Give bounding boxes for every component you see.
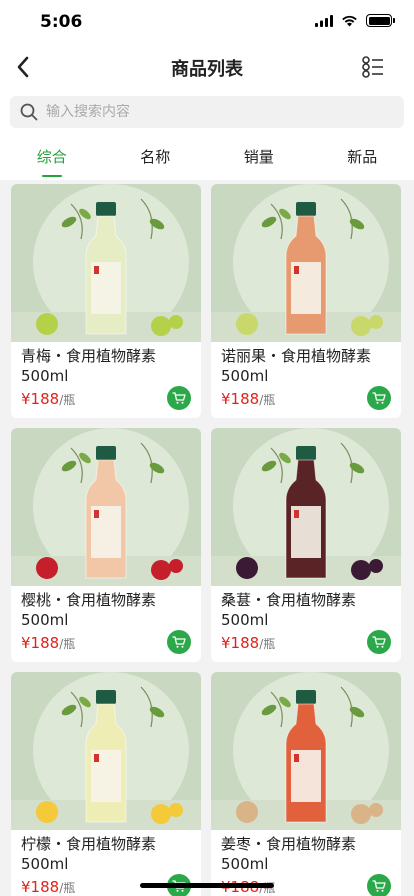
price-unit: /瓶 bbox=[259, 393, 276, 407]
product-grid: 青梅・食用植物酵素 500ml ¥188/瓶 诺丽果・食用植物酵素 500ml ¥188/… bbox=[11, 184, 405, 896]
product-image bbox=[11, 672, 201, 830]
status-time: 5:06 bbox=[40, 12, 83, 32]
price-unit: /瓶 bbox=[59, 393, 76, 407]
tab-comprehensive[interactable]: 综合 bbox=[0, 134, 104, 180]
search-bar bbox=[0, 90, 414, 134]
price-unit: /瓶 bbox=[59, 881, 76, 895]
product-name: 诺丽果・食用植物酵素 bbox=[221, 347, 372, 365]
tab-label: 新品 bbox=[347, 148, 378, 166]
product-price: ¥188/瓶 bbox=[21, 877, 75, 896]
price-value: ¥188 bbox=[21, 634, 60, 652]
product-card[interactable]: 诺丽果・食用植物酵素 500ml ¥188/瓶 bbox=[211, 184, 401, 418]
product-price: ¥188/瓶 bbox=[21, 389, 75, 410]
add-to-cart-button[interactable] bbox=[167, 386, 191, 410]
tab-label: 销量 bbox=[243, 148, 274, 166]
tab-new[interactable]: 新品 bbox=[311, 134, 414, 180]
search-input[interactable] bbox=[46, 104, 376, 120]
product-price: ¥188/瓶 bbox=[221, 633, 275, 654]
product-card[interactable]: 姜枣・食用植物酵素500ml¥188/瓶 bbox=[211, 672, 401, 896]
page-title: 商品列表 bbox=[171, 59, 243, 80]
price-unit: /瓶 bbox=[259, 637, 276, 651]
active-tab-indicator bbox=[41, 175, 62, 177]
status-icons bbox=[315, 14, 395, 27]
tab-label: 综合 bbox=[36, 148, 67, 166]
wifi-icon bbox=[342, 15, 357, 26]
cart-icon bbox=[372, 392, 386, 404]
tab-sales[interactable]: 销量 bbox=[207, 134, 311, 180]
product-image bbox=[11, 184, 201, 342]
product-card[interactable]: 青梅・食用植物酵素 500ml ¥188/瓶 bbox=[11, 184, 201, 418]
cart-icon bbox=[172, 392, 186, 404]
product-image bbox=[211, 184, 401, 342]
price-value: ¥188 bbox=[21, 878, 60, 896]
signal-icon bbox=[315, 14, 333, 27]
price-value: ¥188 bbox=[21, 390, 60, 408]
product-name: 柠檬・食用植物酵素 bbox=[21, 835, 157, 853]
product-spec: 500ml bbox=[21, 855, 69, 873]
product-card[interactable]: 桑葚・食用植物酵素 500ml ¥188/瓶 bbox=[211, 428, 401, 662]
add-to-cart-button[interactable] bbox=[367, 630, 391, 654]
product-image bbox=[11, 428, 201, 586]
price-value: ¥188 bbox=[221, 390, 260, 408]
price-unit: /瓶 bbox=[59, 637, 76, 651]
list-view-button[interactable] bbox=[360, 55, 386, 79]
tab-name[interactable]: 名称 bbox=[104, 134, 208, 180]
product-price: ¥188/瓶 bbox=[221, 389, 275, 410]
product-image bbox=[211, 428, 401, 586]
search-icon bbox=[20, 103, 38, 121]
product-price: ¥188/瓶 bbox=[21, 633, 75, 654]
battery-icon bbox=[366, 14, 395, 27]
product-name: 桑葚・食用植物酵素 bbox=[221, 591, 357, 609]
status-bar: 5:06 bbox=[0, 0, 414, 44]
home-indicator bbox=[140, 883, 274, 888]
add-to-cart-button[interactable] bbox=[367, 874, 391, 896]
list-view-icon bbox=[362, 56, 383, 78]
product-name: 青梅・食用植物酵素 bbox=[21, 347, 157, 365]
nav-bar: 商品列表 bbox=[0, 44, 414, 90]
add-to-cart-button[interactable] bbox=[167, 630, 191, 654]
product-spec: 500ml bbox=[221, 855, 269, 873]
sort-tabs: 综合 名称 销量 新品 bbox=[0, 134, 414, 180]
price-value: ¥188 bbox=[221, 634, 260, 652]
product-card[interactable]: 柠檬・食用植物酵素 500ml ¥188/瓶 bbox=[11, 672, 201, 896]
product-spec: 500ml bbox=[221, 611, 269, 629]
product-name: 姜枣・食用植物酵素 bbox=[221, 835, 357, 853]
product-card[interactable]: 樱桃・食用植物酵素 500ml ¥188/瓶 bbox=[11, 428, 201, 662]
cart-icon bbox=[372, 636, 386, 648]
cart-icon bbox=[172, 636, 186, 648]
tab-label: 名称 bbox=[140, 148, 171, 166]
product-name: 樱桃・食用植物酵素 bbox=[21, 591, 157, 609]
search-box[interactable] bbox=[10, 96, 404, 128]
product-spec: 500ml bbox=[21, 611, 69, 629]
add-to-cart-button[interactable] bbox=[367, 386, 391, 410]
product-spec: 500ml bbox=[221, 367, 269, 385]
cart-icon bbox=[372, 880, 386, 892]
product-image bbox=[211, 672, 401, 830]
product-spec: 500ml bbox=[21, 367, 69, 385]
